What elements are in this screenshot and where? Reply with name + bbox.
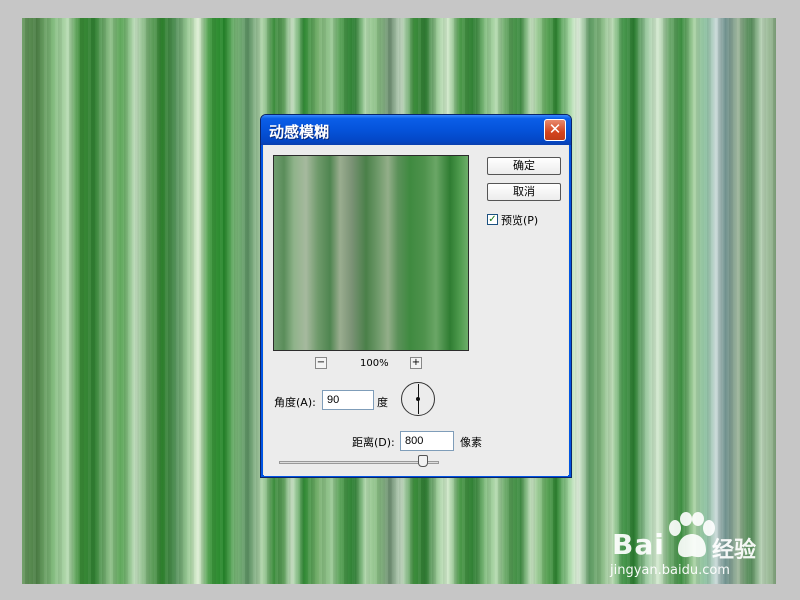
distance-slider-track[interactable]	[279, 461, 439, 464]
filter-preview[interactable]	[273, 155, 469, 351]
angle-label: 角度(A):	[274, 396, 316, 409]
zoom-in-button[interactable]: +	[410, 357, 422, 369]
close-icon: ✕	[548, 120, 562, 138]
distance-label: 距离(D):	[352, 436, 395, 449]
dialog-title: 动感模糊	[269, 123, 330, 141]
angle-unit: 度	[377, 396, 388, 409]
baidu-jingyan-watermark: Bai 经验 jingyan.baidu.com	[610, 512, 762, 582]
distance-slider-thumb[interactable]	[418, 455, 428, 467]
angle-input[interactable]	[322, 390, 374, 410]
dialog-body: − 100% + 确定 取消 ✓ 预览(P) 角度(A): 度 距离(D): 像…	[264, 145, 568, 476]
dialog-titlebar[interactable]: 动感模糊 ✕	[261, 115, 571, 145]
ok-button[interactable]: 确定	[487, 157, 561, 175]
watermark-brand: Bai	[612, 528, 665, 561]
distance-input[interactable]	[400, 431, 454, 451]
plus-icon: +	[411, 357, 421, 368]
motion-blur-dialog: 动感模糊 ✕ − 100% + 确定 取消 ✓ 预览(P) 角度(A): 度 距…	[260, 114, 572, 478]
distance-unit: 像素	[460, 436, 482, 449]
paw-icon	[669, 512, 715, 558]
watermark-url: jingyan.baidu.com	[610, 563, 730, 578]
minus-icon: −	[316, 357, 326, 368]
checkmark-icon: ✓	[488, 214, 497, 225]
preview-checkbox[interactable]: ✓	[487, 214, 498, 225]
cancel-button[interactable]: 取消	[487, 183, 561, 201]
close-button[interactable]: ✕	[544, 119, 566, 141]
angle-dial[interactable]	[401, 382, 435, 416]
zoom-out-button[interactable]: −	[315, 357, 327, 369]
preview-label: 预览(P)	[501, 214, 539, 227]
watermark-suffix: 经验	[712, 538, 757, 563]
zoom-level: 100%	[360, 358, 389, 369]
